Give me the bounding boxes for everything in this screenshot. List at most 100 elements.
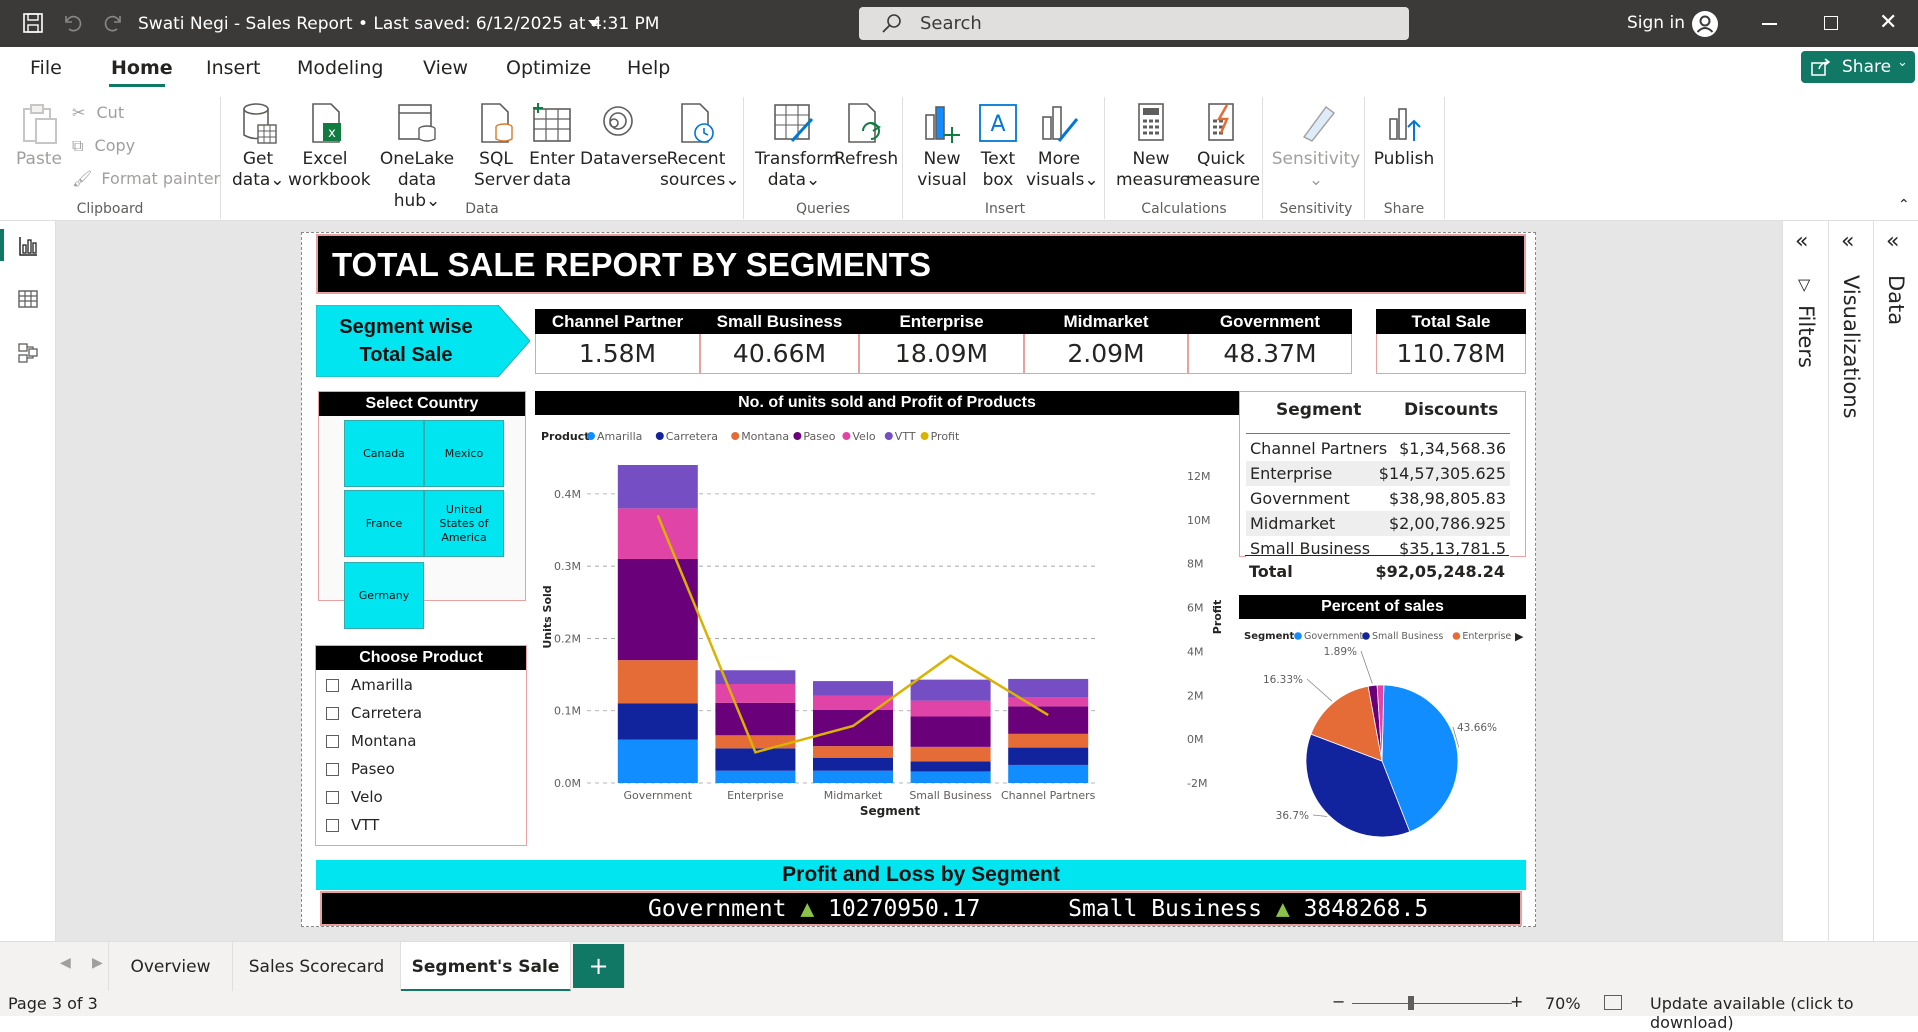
menu-file[interactable]: File [30,57,62,79]
search-box[interactable]: Search [859,7,1409,40]
report-view-icon[interactable] [17,235,39,257]
excel-workbook-button[interactable]: x Excel workbook [288,101,371,191]
legend-label: Carretera [666,430,718,443]
account-icon[interactable] [1691,10,1719,42]
zoom-out-button[interactable]: − [1332,992,1345,1011]
undo-icon[interactable] [62,12,84,38]
menu-home[interactable]: Home [111,57,173,79]
dataverse-button[interactable]: Dataverse [580,101,667,170]
product-option-montana[interactable]: Montana [326,732,416,750]
dataverse-icon [603,106,633,136]
update-available-link[interactable]: Update available (click to download) [1650,994,1918,1032]
country-chip-france[interactable]: France [344,490,424,557]
percent-of-sales-chart[interactable]: Segment Government Small Business Enterpris… [1239,619,1526,859]
country-chip-canada[interactable]: Canada [344,420,424,487]
paste-icon [23,104,57,144]
zoom-in-button[interactable]: + [1510,992,1523,1011]
y-tick-label: 0.2M [554,632,581,645]
ticker-segment: Government [648,896,787,922]
copy-button[interactable]: ⧉ Copy [72,136,135,156]
menu-modeling[interactable]: Modeling [297,57,383,79]
minimize-icon[interactable] [1762,23,1777,25]
paste-button[interactable]: Paste [14,101,64,170]
more-visuals-button[interactable]: More visuals⌄ [1026,101,1099,191]
product-option-vtt[interactable]: VTT [326,816,379,834]
product-option-carretera[interactable]: Carretera [326,704,422,722]
table-cell-segment: Channel Partners [1250,439,1388,458]
share-button[interactable]: Share ⌄ [1801,51,1915,83]
tab-segments-sale[interactable]: Segment's Sale [401,942,571,992]
zoom-slider-thumb[interactable] [1408,996,1414,1010]
model-view-icon[interactable] [17,342,39,364]
enter-data-button[interactable]: Enter data [528,101,576,191]
title-dropdown-icon[interactable] [588,20,600,27]
sensitivity-button[interactable]: Sensitivity ⌄ [1270,101,1362,191]
refresh-button[interactable]: Refresh [834,101,898,170]
discounts-table: Segment Discounts Channel Partners $1,34,… [1239,391,1526,561]
prev-page-icon[interactable]: ◀ [60,955,71,971]
cut-button[interactable]: ✂ Cut [72,103,124,122]
redo-icon[interactable] [102,12,124,38]
bar-segment [617,703,698,740]
pie-chart-title: Percent of sales [1239,595,1526,619]
recent-sources-button[interactable]: Recent sources⌄ [660,101,740,191]
onelake-button[interactable]: OneLake data hub⌄ [364,101,470,212]
visualizations-pane[interactable]: « Visualizations [1828,221,1873,941]
get-data-button[interactable]: Get data⌄ [232,101,285,191]
expand-filters-icon[interactable]: « [1795,229,1808,254]
next-page-icon[interactable]: ▶ [92,955,103,971]
product-option-paseo[interactable]: Paseo [326,760,395,778]
copy-label: Copy [94,136,136,155]
country-chip-germany[interactable]: Germany [344,562,424,629]
units-profit-chart[interactable]: Product Amarilla Carretera Montana Paseo Velo… [535,415,1239,859]
text-box-button[interactable]: A Text box [972,101,1024,191]
y2-tick-label: 12M [1187,470,1211,483]
checkbox[interactable] [326,791,339,804]
ribbon-separator [220,97,221,219]
checkbox[interactable] [326,707,339,720]
publish-button[interactable]: Publish [1372,101,1436,170]
menu-help[interactable]: Help [627,57,670,79]
checkbox[interactable] [326,819,339,832]
tab-overview[interactable]: Overview [108,942,233,992]
quick-measure-icon [1208,103,1234,141]
sign-in-link[interactable]: Sign in [1627,13,1685,33]
product-option-amarilla[interactable]: Amarilla [326,676,413,694]
legend-marker [920,432,929,440]
table-total-row: Total $92,05,248.24 [1245,559,1509,584]
add-page-button[interactable]: + [573,944,625,988]
format-painter-button[interactable]: 🖌 Format painter [72,169,220,188]
data-pane[interactable]: « Data [1873,221,1918,941]
checkbox[interactable] [326,763,339,776]
expand-visualizations-icon[interactable]: « [1841,229,1854,254]
table-view-icon[interactable] [17,288,39,310]
y2-tick-label: -2M [1187,777,1207,790]
sql-server-button[interactable]: SQL Server [474,101,530,191]
checkbox[interactable] [326,735,339,748]
cut-icon: ✂ [72,103,86,122]
quick-measure-button[interactable]: Quick measure [1186,101,1260,191]
expand-data-icon[interactable]: « [1886,229,1899,254]
collapse-ribbon-icon[interactable]: ⌃ [1898,197,1910,213]
new-measure-button[interactable]: New measure [1116,101,1190,191]
close-icon[interactable]: ✕ [1879,10,1897,35]
checkbox[interactable] [326,679,339,692]
kpi-value-channel-partner: 1.58M [535,334,700,374]
restore-icon[interactable] [1824,16,1838,30]
transform-data-button[interactable]: Transform data⌄ [755,101,840,191]
new-visual-button[interactable]: New visual [916,101,968,191]
fit-to-page-icon[interactable] [1604,995,1622,1010]
product-option-velo[interactable]: Velo [326,788,383,806]
legend-marker [1452,632,1461,640]
legend-marker [884,432,893,440]
menu-view[interactable]: View [423,57,468,79]
country-chip-mexico[interactable]: Mexico [424,420,504,487]
menu-optimize[interactable]: Optimize [506,57,591,79]
transform-data-icon [774,104,814,143]
zoom-slider-track[interactable] [1352,1003,1512,1004]
tab-sales-scorecard[interactable]: Sales Scorecard [233,942,401,992]
menu-insert[interactable]: Insert [206,57,261,79]
filters-pane[interactable]: « ▽ Filters [1782,221,1828,941]
country-chip-usa[interactable]: United States of America [424,490,504,557]
save-icon[interactable] [22,12,44,38]
